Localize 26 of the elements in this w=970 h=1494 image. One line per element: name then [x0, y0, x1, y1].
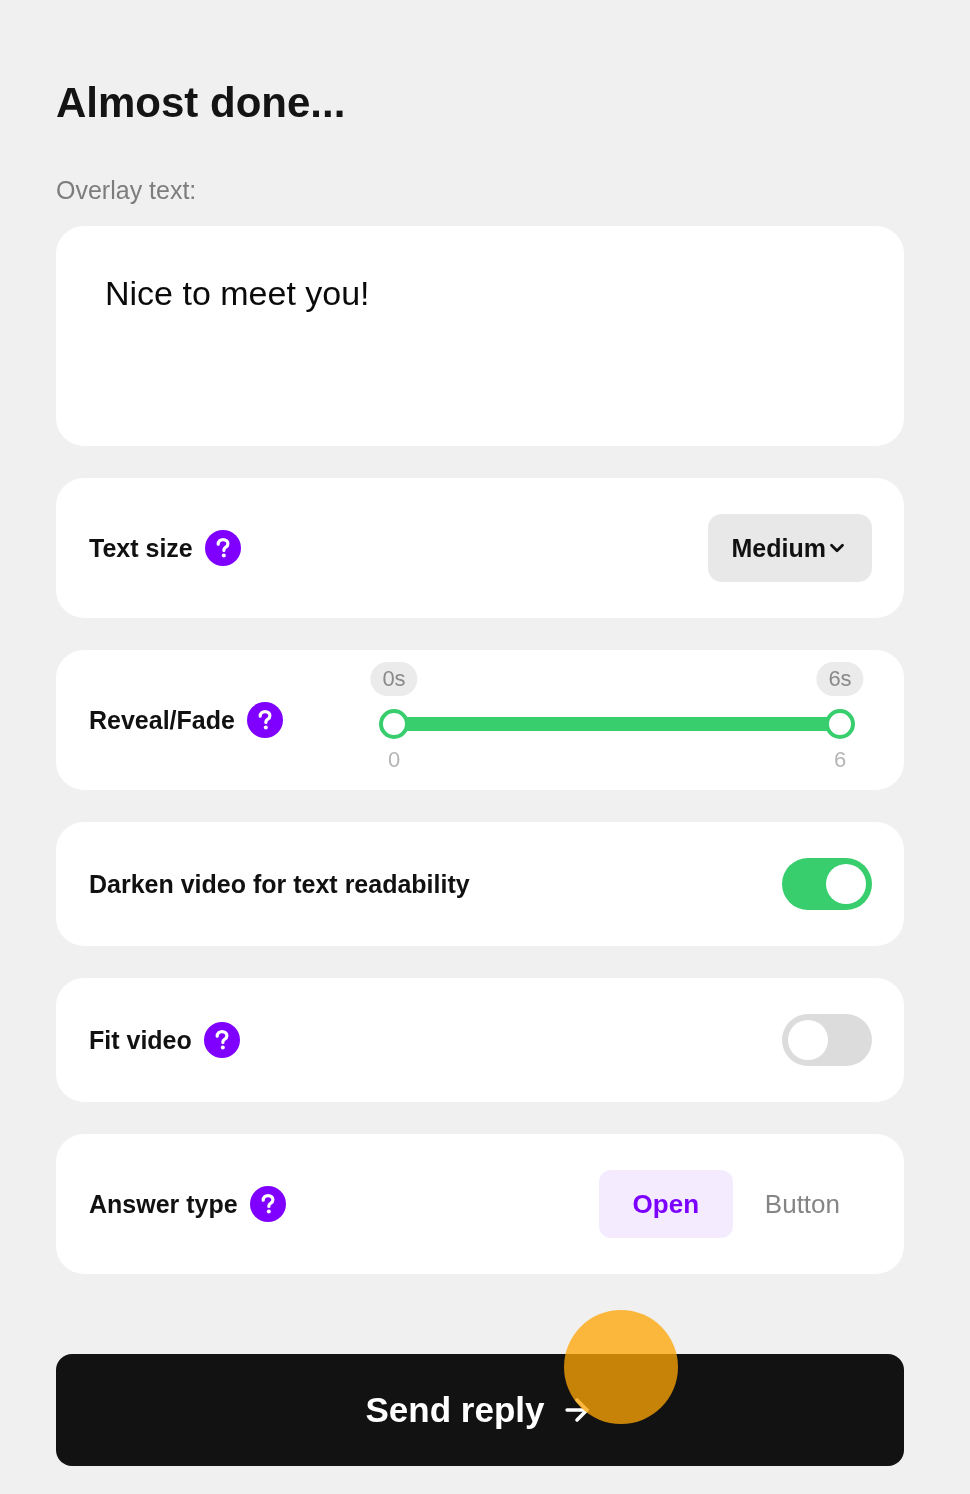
overlay-text-field[interactable]: Nice to meet you!	[56, 226, 904, 446]
setting-label: Reveal/Fade	[89, 705, 235, 736]
answer-type-option[interactable]: Button	[732, 1170, 872, 1238]
setting-label: Fit video	[89, 1025, 192, 1056]
send-reply-button[interactable]: Send reply	[56, 1354, 904, 1466]
slider-value-label: 6s	[816, 662, 864, 696]
help-icon[interactable]	[246, 702, 283, 738]
page-title: Almost done...	[56, 78, 346, 128]
slider-tick-label: 6	[833, 748, 847, 772]
slider-tick-label: 0	[387, 748, 401, 772]
help-icon[interactable]	[203, 1022, 240, 1058]
toggle-switch[interactable]	[782, 858, 872, 910]
toggle-knob-icon	[826, 864, 866, 904]
slider-thumb[interactable]	[825, 709, 855, 739]
field-label: Overlay text:	[56, 175, 197, 206]
toggle-switch[interactable]	[782, 1014, 872, 1066]
slider-value-label: 0s	[370, 662, 418, 696]
text-size-dropdown[interactable]: Medium	[707, 514, 872, 582]
setting-label: Darken video for text readability	[89, 869, 470, 900]
slider-thumb[interactable]	[379, 709, 409, 739]
answer-type-option[interactable]: Open	[598, 1170, 733, 1238]
help-icon[interactable]	[204, 530, 241, 566]
setting-label: Text size	[89, 533, 193, 564]
toggle-knob-icon	[788, 1020, 828, 1060]
help-icon[interactable]	[249, 1186, 286, 1222]
setting-label: Answer type	[89, 1189, 238, 1220]
